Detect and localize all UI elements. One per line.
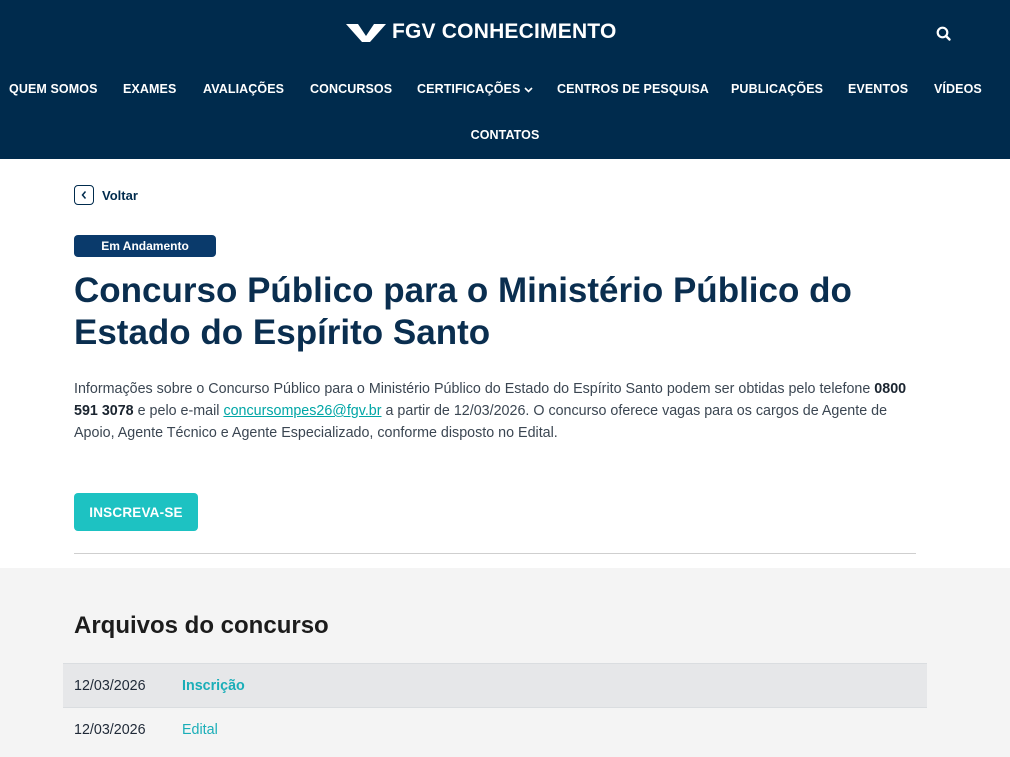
page-title: Concurso Público para o Ministério Públi… xyxy=(74,271,852,352)
search-button[interactable] xyxy=(934,24,954,44)
file-row: 12/03/2026 Inscrição xyxy=(63,663,927,707)
nav-item-avaliacoes[interactable]: AVALIAÇÕES xyxy=(203,78,284,100)
file-date: 12/03/2026 xyxy=(74,721,146,738)
nav-item-centros-de-pesquisa[interactable]: CENTROS DE PESQUISA xyxy=(557,78,709,100)
main-nav-row-2: CONTATOS xyxy=(0,124,1010,146)
nav-item-exames[interactable]: EXAMES xyxy=(123,78,176,100)
file-date: 12/03/2026 xyxy=(74,677,146,694)
contest-files-section: Arquivos do concurso 12/03/2026 Inscriçã… xyxy=(0,568,1010,757)
contest-description: Informações sobre o Concurso Público par… xyxy=(74,378,924,444)
site-header: FGV CONHECIMENTO QUEM SOMOS EXAMES AVALI… xyxy=(0,0,1010,159)
status-badge: Em Andamento xyxy=(74,235,216,257)
section-divider xyxy=(74,553,916,554)
back-arrow-icon xyxy=(74,185,94,205)
nav-item-concursos[interactable]: CONCURSOS xyxy=(310,78,392,100)
back-label: Voltar xyxy=(102,187,138,203)
chevron-down-icon xyxy=(524,87,533,93)
file-row: 12/03/2026 Edital xyxy=(63,707,927,751)
description-text-1: Informações sobre o Concurso Público par… xyxy=(74,381,875,397)
fgv-logo[interactable]: FGV CONHECIMENTO xyxy=(346,20,617,44)
search-icon xyxy=(936,26,951,41)
subscribe-button[interactable]: INSCREVA-SE xyxy=(74,493,198,531)
files-section-title: Arquivos do concurso xyxy=(74,612,329,639)
contact-email-link[interactable]: concursompes26@fgv.br xyxy=(223,403,381,419)
file-link-inscricao[interactable]: Inscrição xyxy=(182,678,245,694)
nav-item-eventos[interactable]: EVENTOS xyxy=(848,78,908,100)
file-link-edital[interactable]: Edital xyxy=(182,722,218,738)
nav-item-quem-somos[interactable]: QUEM SOMOS xyxy=(9,78,98,100)
fgv-logo-mark-icon xyxy=(346,24,386,42)
description-text-2: e pelo e-mail xyxy=(133,403,224,419)
nav-item-contatos[interactable]: CONTATOS xyxy=(471,124,540,146)
main-nav: QUEM SOMOS EXAMES AVALIAÇÕES CONCURSOS C… xyxy=(0,78,1010,100)
back-link[interactable]: Voltar xyxy=(74,185,138,205)
nav-item-videos[interactable]: VÍDEOS xyxy=(934,78,982,100)
nav-item-certificacoes-label: CERTIFICAÇÕES xyxy=(417,82,521,96)
nav-item-certificacoes[interactable]: CERTIFICAÇÕES xyxy=(417,78,533,100)
nav-item-publicacoes[interactable]: PUBLICAÇÕES xyxy=(731,78,823,100)
logo-text: FGV CONHECIMENTO xyxy=(392,20,617,43)
